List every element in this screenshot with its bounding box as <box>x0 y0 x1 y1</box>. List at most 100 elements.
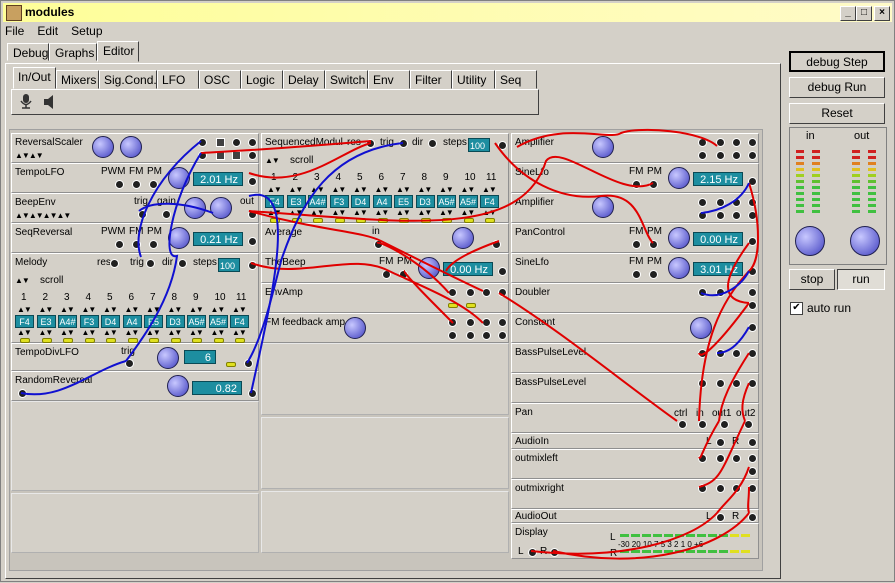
module-outmix-right[interactable]: outmixright <box>511 479 759 509</box>
step-note[interactable]: E5 <box>144 315 163 328</box>
module-audio-in[interactable]: AudioIn L R <box>511 433 759 449</box>
jack[interactable] <box>132 180 141 189</box>
step-updown[interactable]: ▲▼ <box>461 209 476 217</box>
step-note[interactable]: E3 <box>286 195 306 208</box>
jack[interactable] <box>498 331 507 340</box>
module-sine-lfo-2[interactable]: SineLfo FM PM 3.01 Hz <box>511 253 759 283</box>
jack[interactable] <box>115 240 124 249</box>
jack[interactable] <box>482 318 491 327</box>
jack[interactable] <box>132 240 141 249</box>
step-updown[interactable]: ▲▼ <box>168 306 183 314</box>
jack[interactable] <box>466 288 475 297</box>
jack[interactable] <box>732 211 741 220</box>
close-button[interactable]: × <box>874 6 890 21</box>
jack[interactable] <box>498 288 507 297</box>
jack[interactable] <box>18 389 27 398</box>
step-updown[interactable]: ▲▼ <box>82 329 97 337</box>
step-updown[interactable]: ▲▼ <box>103 329 118 337</box>
jack[interactable] <box>748 151 757 160</box>
module-tempo-div-lfo[interactable]: TempoDivLFO trig 6 <box>11 343 259 371</box>
knob[interactable] <box>690 317 712 339</box>
jack[interactable] <box>748 267 757 276</box>
microphone-icon[interactable] <box>18 93 34 110</box>
step-updown[interactable]: ▲▼ <box>168 329 183 337</box>
step-updown[interactable]: ▲▼ <box>482 209 497 217</box>
jack[interactable] <box>698 211 707 220</box>
step-note[interactable]: F4 <box>230 315 249 328</box>
step-updown[interactable]: ▲▼ <box>332 186 347 194</box>
jack[interactable] <box>698 198 707 207</box>
step-updown[interactable]: ▲▼ <box>17 329 32 337</box>
step-updown[interactable]: ▲▼ <box>125 329 140 337</box>
knob[interactable] <box>92 136 114 158</box>
jack[interactable] <box>448 288 457 297</box>
jack[interactable] <box>244 359 253 368</box>
step-updown[interactable]: ▲▼ <box>39 329 54 337</box>
jack[interactable] <box>732 138 741 147</box>
jack[interactable] <box>698 288 707 297</box>
scroll-control[interactable]: ▲▼ <box>265 157 280 165</box>
jack[interactable] <box>162 210 171 219</box>
module-pan-control[interactable]: PanControl FM PM 0.00 Hz <box>511 223 759 253</box>
step-updown[interactable]: ▲▼ <box>461 186 476 194</box>
jack[interactable] <box>732 349 741 358</box>
module-tempo-lfo[interactable]: TempoLFO PWM FM PM 2.01 Hz <box>11 163 259 193</box>
subtab-switch[interactable]: Switch <box>325 70 368 89</box>
jack[interactable] <box>632 270 641 279</box>
jack[interactable] <box>466 331 475 340</box>
step-updown[interactable]: ▲▼ <box>211 329 226 337</box>
knob[interactable] <box>592 136 614 158</box>
knob[interactable] <box>592 196 614 218</box>
jack[interactable] <box>748 454 757 463</box>
jack[interactable] <box>732 198 741 207</box>
subtab-utility[interactable]: Utility <box>452 70 495 89</box>
jack[interactable] <box>748 484 757 493</box>
step-note[interactable]: A5# <box>208 315 228 328</box>
jack[interactable] <box>716 138 725 147</box>
jack[interactable] <box>248 389 257 398</box>
step-note[interactable]: F4 <box>265 195 284 208</box>
scroll-control[interactable]: ▲▼ <box>15 277 30 285</box>
step-note[interactable]: A4 <box>122 315 142 328</box>
jack[interactable] <box>632 240 641 249</box>
step-updown[interactable]: ▲▼ <box>353 209 368 217</box>
jack[interactable] <box>448 318 457 327</box>
step-updown[interactable]: ▲▼ <box>189 306 204 314</box>
subtab-lfo[interactable]: LFO <box>157 70 199 89</box>
jack[interactable] <box>744 420 753 429</box>
module-env-amp[interactable]: EnvAmp <box>261 283 509 313</box>
module-bass-pulse-level-1[interactable]: BassPulseLevel <box>511 343 759 373</box>
module-amplifier-2[interactable]: Amplifier <box>511 193 759 223</box>
jack[interactable] <box>748 138 757 147</box>
jack[interactable] <box>232 151 241 160</box>
step-updown[interactable]: ▲▼ <box>439 186 454 194</box>
jack[interactable] <box>748 349 757 358</box>
tab-debug[interactable]: Debug <box>7 43 49 61</box>
jack[interactable] <box>716 438 725 447</box>
step-updown[interactable]: ▲▼ <box>482 186 497 194</box>
jack[interactable] <box>716 288 725 297</box>
jack[interactable] <box>428 139 437 148</box>
speaker-icon[interactable] <box>42 94 56 110</box>
module-outmix-left[interactable]: outmixleft <box>511 449 759 479</box>
jack[interactable] <box>716 349 725 358</box>
jack[interactable] <box>466 318 475 327</box>
step-updown[interactable]: ▲▼ <box>39 306 54 314</box>
jack[interactable] <box>232 138 241 147</box>
jack[interactable] <box>698 420 707 429</box>
debug-run-button[interactable]: debug Run <box>789 77 885 98</box>
jack[interactable] <box>498 267 507 276</box>
subtab-osc[interactable]: OSC <box>199 70 241 89</box>
step-note[interactable]: F3 <box>329 195 349 208</box>
jack[interactable] <box>399 270 408 279</box>
subtab-filter[interactable]: Filter <box>410 70 452 89</box>
maximize-button[interactable]: □ <box>856 6 872 21</box>
step-updown[interactable]: ▲▼ <box>146 329 161 337</box>
step-note[interactable]: D4 <box>101 315 120 328</box>
jack[interactable] <box>698 454 707 463</box>
step-note[interactable]: F3 <box>79 315 99 328</box>
step-updown[interactable]: ▲▼ <box>60 306 75 314</box>
jack[interactable] <box>138 210 147 219</box>
run-button[interactable]: run <box>837 269 885 290</box>
jack[interactable] <box>382 270 391 279</box>
